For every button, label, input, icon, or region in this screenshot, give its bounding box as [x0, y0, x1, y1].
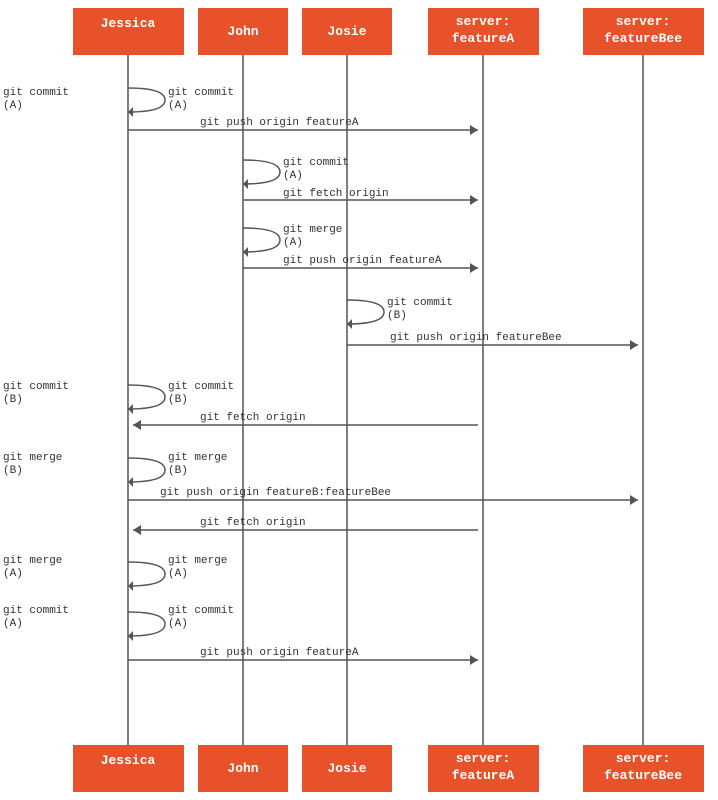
svg-text:git push origin featureA: git push origin featureA [283, 255, 442, 267]
svg-text:git commit: git commit [387, 297, 453, 309]
svg-text:(A): (A) [168, 618, 188, 630]
svg-text:git push origin featureBee: git push origin featureBee [390, 332, 562, 344]
svg-text:Jessica: Jessica [101, 753, 156, 768]
svg-text:server:: server: [616, 14, 671, 29]
svg-text:git push origin featureB:featu: git push origin featureB:featureBee [160, 487, 391, 499]
svg-text:git commit: git commit [3, 381, 69, 393]
diagram-svg: Jessica John Josie server: featureA serv… [0, 0, 718, 800]
svg-text:git fetch origin: git fetch origin [200, 517, 306, 529]
svg-text:(A): (A) [283, 170, 303, 182]
svg-text:(A): (A) [3, 568, 23, 580]
svg-text:(A): (A) [283, 237, 303, 249]
svg-text:git commit: git commit [168, 87, 234, 99]
svg-text:Josie: Josie [327, 24, 366, 39]
svg-text:featureBee: featureBee [604, 31, 682, 46]
svg-text:git fetch origin: git fetch origin [200, 412, 306, 424]
svg-text:git merge: git merge [3, 452, 62, 464]
svg-text:git commit: git commit [168, 605, 234, 617]
svg-text:featureA: featureA [452, 768, 515, 783]
svg-text:git merge: git merge [3, 555, 62, 567]
svg-text:John: John [227, 761, 258, 776]
svg-text:(B): (B) [3, 465, 23, 477]
svg-text:server:: server: [456, 14, 511, 29]
svg-text:git push origin featureA: git push origin featureA [200, 647, 359, 659]
svg-text:git push origin featureA: git push origin featureA [200, 117, 359, 129]
svg-text:server:: server: [456, 751, 511, 766]
svg-text:featureBee: featureBee [604, 768, 682, 783]
svg-text:Jessica: Jessica [101, 16, 156, 31]
svg-text:(A): (A) [3, 100, 23, 112]
svg-text:(A): (A) [168, 100, 188, 112]
sequence-diagram: Jessica John Josie server: featureA serv… [0, 0, 718, 800]
svg-text:git commit: git commit [283, 157, 349, 169]
svg-text:(B): (B) [168, 394, 188, 406]
svg-text:featureA: featureA [452, 31, 515, 46]
svg-text:git commit: git commit [3, 605, 69, 617]
svg-text:John: John [227, 24, 258, 39]
svg-text:(B): (B) [168, 465, 188, 477]
svg-text:git commit: git commit [168, 381, 234, 393]
svg-text:git merge: git merge [168, 555, 227, 567]
svg-text:git fetch origin: git fetch origin [283, 188, 389, 200]
svg-text:(A): (A) [168, 568, 188, 580]
svg-text:Josie: Josie [327, 761, 366, 776]
svg-text:(B): (B) [387, 310, 407, 322]
svg-text:git commit: git commit [3, 87, 69, 99]
svg-text:(B): (B) [3, 394, 23, 406]
svg-text:server:: server: [616, 751, 671, 766]
svg-text:git merge: git merge [168, 452, 227, 464]
svg-text:git merge: git merge [283, 224, 342, 236]
svg-text:(A): (A) [3, 618, 23, 630]
